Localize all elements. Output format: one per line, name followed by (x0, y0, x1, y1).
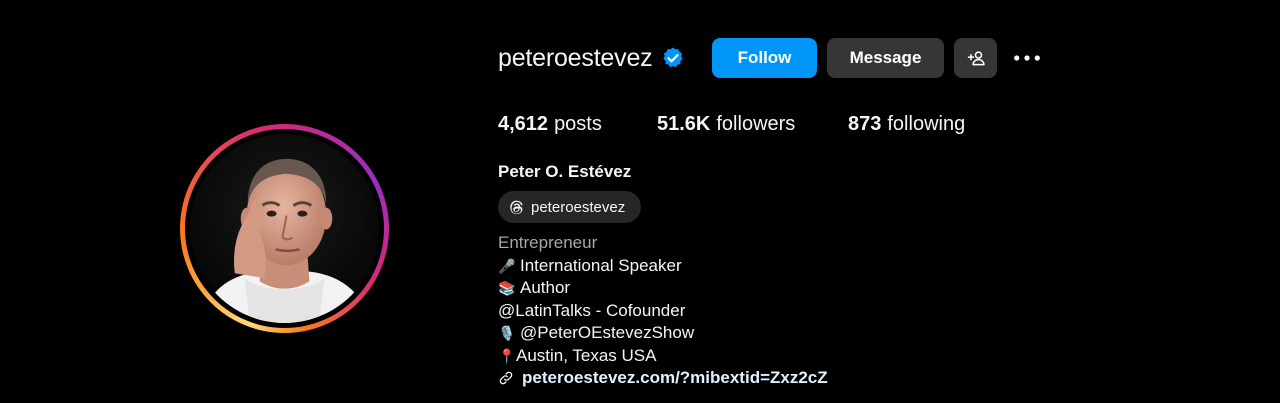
threads-handle[interactable]: peteroestevez (531, 199, 625, 216)
microphone-icon: 🎤 (498, 257, 516, 274)
followers-stat[interactable]: 51.6K followers (657, 113, 848, 136)
bio-line-text: Austin, Texas USA (516, 345, 657, 365)
threads-icon (510, 200, 523, 214)
more-options-button[interactable] (1009, 38, 1045, 78)
bio-line-text[interactable]: @LatinTalks - Cofounder (498, 300, 685, 323)
following-label[interactable]: following (887, 113, 965, 136)
bio-line-text[interactable]: @PeterOEstevezShow (520, 322, 694, 345)
bio-line: 📍 Austin, Texas USA (498, 345, 828, 368)
bio-line: 🎙️ @PeterOEstevezShow (498, 322, 828, 345)
bio-line-text: Author (520, 278, 571, 297)
profile-stats: 4,612 posts 51.6K followers 873 followin… (498, 113, 965, 136)
profile-photo (190, 134, 379, 323)
books-icon: 📚 (498, 280, 516, 296)
followers-count[interactable]: 51.6K (657, 113, 710, 136)
bio-website-link[interactable]: peteroestevez.com/?mibextid=Zxz2cZ (522, 367, 828, 390)
following-stat[interactable]: 873 following (848, 113, 965, 136)
profile-bio: Entrepreneur 🎤 International Speaker 📚 A… (498, 232, 828, 390)
follow-button[interactable]: Follow (712, 38, 817, 78)
bio-line: 🎤 International Speaker (498, 255, 828, 278)
threads-link-badge[interactable]: peteroestevez (498, 191, 641, 223)
location-pin-icon: 📍 (498, 347, 516, 364)
suggested-users-button[interactable] (954, 38, 997, 78)
profile-avatar[interactable] (190, 134, 379, 323)
bio-line: @LatinTalks - Cofounder (498, 300, 828, 323)
bio-link-row: peteroestevez.com/?mibextid=Zxz2cZ (498, 367, 828, 390)
link-icon (499, 371, 513, 385)
username: peteroestevez (498, 43, 653, 72)
verified-badge-icon (661, 46, 685, 70)
bio-line-text: International Speaker (520, 255, 682, 275)
add-user-icon (967, 51, 985, 66)
posts-count: 4,612 (498, 113, 549, 135)
message-button[interactable]: Message (827, 38, 944, 78)
profile-header-row: peteroestevez Follow Message (498, 38, 1040, 78)
more-options-icon (1014, 55, 1040, 61)
followers-label[interactable]: followers (716, 113, 795, 136)
posts-label: posts (554, 113, 602, 135)
full-name: Peter O. Estévez (498, 162, 632, 181)
profile-avatar-ring[interactable] (180, 124, 389, 333)
posts-stat: 4,612 posts (498, 113, 657, 136)
profile-category: Entrepreneur (498, 233, 598, 252)
bio-line: 📚 Author (498, 277, 828, 300)
following-count[interactable]: 873 (848, 113, 881, 136)
studio-microphone-icon: 🎙️ (498, 325, 516, 341)
